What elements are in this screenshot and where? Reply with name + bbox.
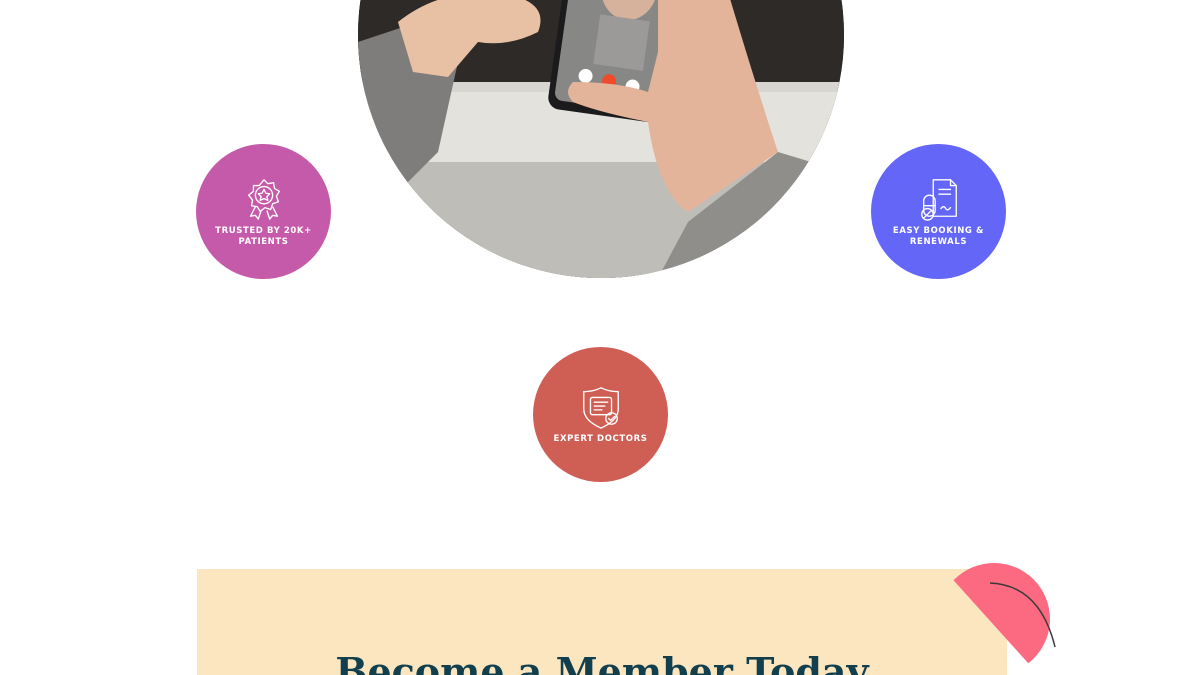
feature-trusted-patients: TRUSTED BY 20K+ PATIENTS <box>196 144 331 279</box>
medical-shield-icon <box>578 384 624 430</box>
video-call-illustration <box>358 0 844 278</box>
page: TRUSTED BY 20K+ PATIENTS EASY BOOKING & … <box>0 0 1200 675</box>
feature-label: EASY BOOKING & RENEWALS <box>892 225 985 247</box>
decorative-arc <box>980 575 1060 655</box>
membership-title: Become a Member Today <box>335 649 869 675</box>
membership-banner: Become a Member Today <box>197 569 1007 675</box>
prescription-document-icon <box>916 176 962 222</box>
feature-expert-doctors: EXPERT DOCTORS <box>533 347 668 482</box>
feature-label: TRUSTED BY 20K+ PATIENTS <box>215 225 312 247</box>
feature-label: EXPERT DOCTORS <box>553 434 648 444</box>
feature-easy-booking: EASY BOOKING & RENEWALS <box>871 144 1006 279</box>
hero-photo <box>358 0 844 278</box>
award-badge-icon <box>241 176 287 222</box>
